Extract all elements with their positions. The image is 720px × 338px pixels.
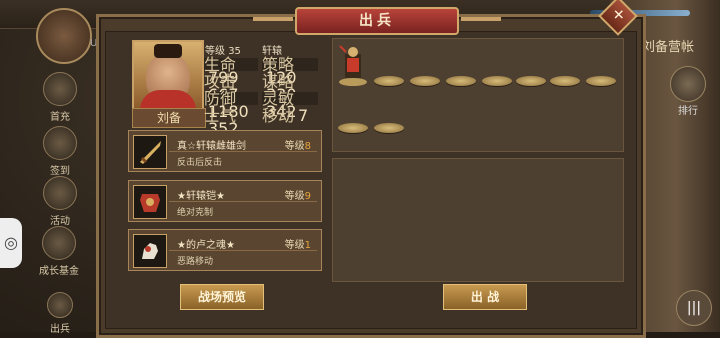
horse-icon xyxy=(133,234,167,268)
stat-strategy: 策略120 xyxy=(262,57,318,86)
armor-icon xyxy=(133,185,167,219)
menu-icon[interactable]: ||| xyxy=(676,290,712,326)
eye-icon[interactable]: ◎ xyxy=(0,218,22,268)
first-charge-icon xyxy=(43,72,77,106)
stat-hp: 生命799 xyxy=(204,57,258,86)
formation-slot[interactable] xyxy=(410,76,440,86)
battlefield-preview-button[interactable]: 战场预览 xyxy=(180,284,264,310)
activity-button[interactable]: 活动 xyxy=(40,176,80,227)
hero-portrait[interactable] xyxy=(132,40,204,112)
sword-icon xyxy=(133,135,167,169)
formation-slot[interactable] xyxy=(482,76,512,86)
deploy-side-button[interactable]: 出兵 xyxy=(40,292,80,335)
formation-slot[interactable] xyxy=(586,76,616,86)
sign-in-icon xyxy=(43,126,77,160)
formation-slot[interactable] xyxy=(550,76,580,86)
deploy-side-icon xyxy=(47,292,73,318)
hero-unit[interactable] xyxy=(336,42,370,88)
deploy-button[interactable]: 出 战 xyxy=(443,284,527,310)
hero-name: 刘备 xyxy=(132,108,206,128)
stat-move: 移动 7 xyxy=(262,106,309,125)
reserve-panel xyxy=(332,158,624,282)
sign-in-button[interactable]: 签到 xyxy=(40,126,80,177)
stat-morale: 士气352 xyxy=(204,106,239,138)
hero-robe xyxy=(140,90,196,110)
stat-attack: 攻击667 xyxy=(204,72,239,103)
formation-slot[interactable] xyxy=(446,76,476,86)
camp-title: 刘备营帐 xyxy=(641,40,694,55)
growth-fund-button[interactable]: 成长基金 xyxy=(36,226,82,277)
stat-agility: 灵敏342 xyxy=(262,91,318,120)
hero-hat xyxy=(154,44,182,58)
stat-defense: 防御1180 xyxy=(204,91,258,120)
player-avatar[interactable] xyxy=(36,8,92,64)
formation-slot[interactable] xyxy=(338,123,368,133)
rank-icon xyxy=(670,66,706,102)
close-icon: ✕ xyxy=(612,7,625,24)
formation-panel xyxy=(332,38,624,152)
equipment-item-armor[interactable]: ★轩辕铠★ 等级9 绝对克制 xyxy=(128,180,322,222)
growth-fund-icon xyxy=(42,226,76,260)
formation-slot[interactable] xyxy=(516,76,546,86)
formation-slot[interactable] xyxy=(374,76,404,86)
left-sidebar: UID 首充 签到 活动 成长基金 出兵 ◎ xyxy=(0,0,108,335)
equipment-item-weapon[interactable]: 真☆轩辕雌雄剑 等级8 反击后反击 xyxy=(128,130,322,172)
equipment-item-mount[interactable]: ★的卢之魂★ 等级1 恶路移动 xyxy=(128,229,322,271)
first-charge-button[interactable]: 首充 xyxy=(40,72,80,123)
dialog-title: 出兵 xyxy=(253,7,501,35)
stat-tactics: 谋略330 xyxy=(262,72,297,103)
activity-icon xyxy=(43,176,77,210)
rank-button[interactable]: 排行 xyxy=(668,66,708,117)
formation-slot[interactable] xyxy=(374,123,404,133)
